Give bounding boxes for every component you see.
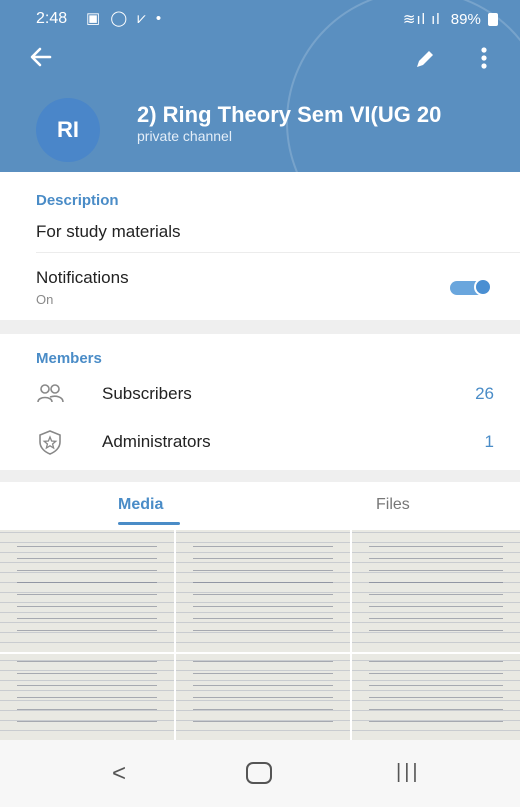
tab-media[interactable]: Media xyxy=(118,496,163,514)
system-nav-bar: < ||| xyxy=(0,740,520,807)
channel-type: private channel xyxy=(137,128,232,144)
description-heading: Description xyxy=(36,192,119,209)
nav-back-icon[interactable]: < xyxy=(112,760,126,788)
administrators-label: Administrators xyxy=(102,432,211,451)
nav-home-icon[interactable] xyxy=(246,762,272,784)
people-icon xyxy=(36,380,64,408)
status-right: ≋ıl ıl 89% xyxy=(403,10,498,28)
channel-avatar[interactable]: RI xyxy=(36,98,100,162)
status-bar: 2:48 ▣ ◯ ⩗ • ≋ıl ıl 89% xyxy=(0,0,520,34)
back-arrow-icon[interactable] xyxy=(28,44,64,76)
administrators-row[interactable]: Administrators 1 xyxy=(0,420,520,464)
section-gap xyxy=(0,320,520,334)
status-time: 2:48 xyxy=(36,10,68,27)
channel-title: 2) Ring Theory Sem VI(UG 20 xyxy=(137,102,442,127)
notifications-toggle[interactable] xyxy=(448,276,496,298)
media-thumbnail[interactable] xyxy=(0,654,174,740)
tab-files[interactable]: Files xyxy=(376,496,410,514)
members-heading: Members xyxy=(36,350,102,367)
subscribers-count: 26 xyxy=(475,384,494,403)
channel-header: 2:48 ▣ ◯ ⩗ • ≋ıl ıl 89% RI 2) Ring Theor… xyxy=(0,0,520,172)
toggle-knob xyxy=(474,278,492,296)
administrators-count: 1 xyxy=(484,432,494,451)
more-options-icon[interactable] xyxy=(474,44,504,76)
signal-icon: ≋ıl ıl xyxy=(402,11,441,28)
media-thumbnail[interactable] xyxy=(0,530,174,652)
description-text[interactable]: For study materials xyxy=(36,222,181,242)
notifications-state: On xyxy=(36,292,54,307)
media-grid xyxy=(0,530,520,740)
divider xyxy=(36,252,520,253)
notifications-label: Notifications xyxy=(36,268,129,287)
active-tab-indicator xyxy=(118,522,180,525)
battery-percent: 89% xyxy=(450,11,481,28)
notification-icons: ▣ ◯ ⩗ • xyxy=(86,10,165,27)
subscribers-label: Subscribers xyxy=(102,384,192,403)
media-thumbnail[interactable] xyxy=(352,654,520,740)
battery-icon xyxy=(488,13,498,26)
section-gap xyxy=(0,470,520,482)
media-thumbnail[interactable] xyxy=(176,654,350,740)
media-thumbnail[interactable] xyxy=(352,530,520,652)
edit-pencil-icon[interactable] xyxy=(412,46,444,78)
admin-star-shield-icon xyxy=(36,428,64,456)
nav-recents-icon[interactable]: ||| xyxy=(396,761,421,784)
media-thumbnail[interactable] xyxy=(176,530,350,652)
subscribers-row[interactable]: Subscribers 26 xyxy=(0,372,520,416)
